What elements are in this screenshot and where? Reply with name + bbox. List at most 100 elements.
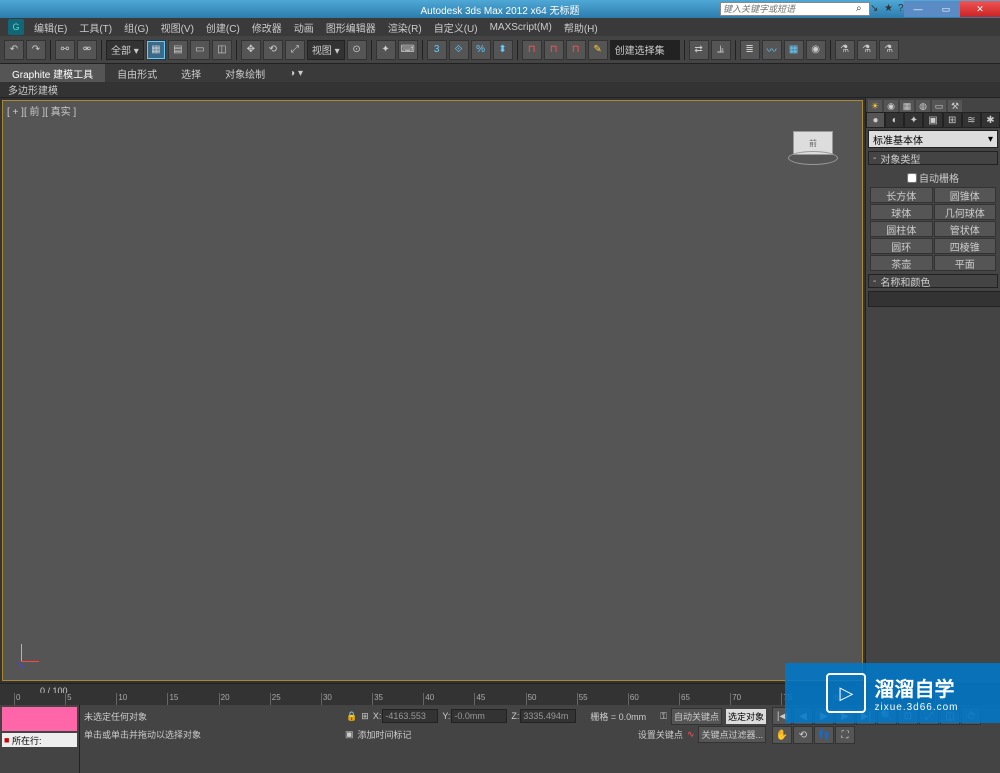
rotate-button[interactable]: ⟲ <box>263 40 283 60</box>
key-filters-button[interactable]: 关键点过滤器... <box>698 726 766 743</box>
menu-render[interactable]: 渲染(R) <box>382 20 428 35</box>
btn-sphere[interactable]: 球体 <box>870 204 933 220</box>
setkey-button[interactable]: 设置关键点 <box>638 728 683 741</box>
autogrid-checkbox[interactable]: 自动栅格 <box>870 170 996 185</box>
keymode-button[interactable]: ⌨ <box>398 40 418 60</box>
minimize-button[interactable]: — <box>904 1 932 17</box>
btn-pyramid[interactable]: 四棱锥 <box>934 238 997 254</box>
max-viewport-button[interactable]: ⛶ <box>835 726 855 744</box>
maximize-button[interactable]: ▭ <box>932 1 960 17</box>
btn-box[interactable]: 长方体 <box>870 187 933 203</box>
move-button[interactable]: ✥ <box>241 40 261 60</box>
binoculars-icon[interactable]: ⌕ <box>856 3 868 15</box>
btn-geosphere[interactable]: 几何球体 <box>934 204 997 220</box>
sphere-icon[interactable]: ◍ <box>916 100 930 112</box>
menu-group[interactable]: 组(G) <box>118 20 154 35</box>
shapes-tab-icon[interactable]: ◐ <box>885 112 904 128</box>
light-icon[interactable]: ☀ <box>868 100 882 112</box>
hammer-icon[interactable]: ⚒ <box>948 100 962 112</box>
rollout-object-type[interactable]: -对象类型 <box>868 151 998 165</box>
ribbon-tab-graphite[interactable]: Graphite 建模工具 <box>0 64 105 82</box>
monitor-icon[interactable]: ▭ <box>932 100 946 112</box>
menu-customize[interactable]: 自定义(U) <box>428 20 484 35</box>
manip-button[interactable]: ✦ <box>376 40 396 60</box>
undo-button[interactable]: ↶ <box>4 40 24 60</box>
compass-icon[interactable]: ◉ <box>884 100 898 112</box>
render-frame-button[interactable]: ⚗ <box>857 40 877 60</box>
ribbon-tab-paint[interactable]: 对象绘制 <box>213 64 277 82</box>
star-icon[interactable]: ★ <box>884 3 896 15</box>
arrow-icon[interactable]: ↘ <box>870 3 882 15</box>
rect-select-button[interactable]: ▭ <box>190 40 210 60</box>
menu-maxscript[interactable]: MAXScript(M) <box>484 22 558 33</box>
window-crossing-button[interactable]: ◫ <box>212 40 232 60</box>
snap-button[interactable]: 3 <box>427 40 447 60</box>
render-setup-button[interactable]: ⚗ <box>835 40 855 60</box>
viewcube-ring[interactable] <box>788 151 838 165</box>
render-button[interactable]: ⚗ <box>879 40 899 60</box>
helpers-tab-icon[interactable]: ⊞ <box>943 112 962 128</box>
btn-tube[interactable]: 管状体 <box>934 221 997 237</box>
orbit-button[interactable]: ⟲ <box>793 726 813 744</box>
edit-selection-button[interactable]: ✎ <box>588 40 608 60</box>
lights-tab-icon[interactable]: ✦ <box>904 112 923 128</box>
magnet-2-icon[interactable]: ⊓ <box>544 40 564 60</box>
ribbon-tab-select[interactable]: 选择 <box>169 64 213 82</box>
x-input[interactable] <box>382 709 438 723</box>
btn-cylinder[interactable]: 圆柱体 <box>870 221 933 237</box>
ribbon-collapse-icon[interactable]: ◑ ▾ <box>277 64 315 82</box>
btn-torus[interactable]: 圆环 <box>870 238 933 254</box>
menu-animation[interactable]: 动画 <box>288 20 320 35</box>
select-button[interactable]: ▦ <box>146 40 166 60</box>
angle-snap-button[interactable]: ⟐ <box>449 40 469 60</box>
walk-button[interactable]: 👣 <box>814 726 834 744</box>
menu-grapheditors[interactable]: 图形编辑器 <box>320 20 382 35</box>
btn-plane[interactable]: 平面 <box>934 255 997 271</box>
menu-modifiers[interactable]: 修改器 <box>246 20 288 35</box>
unlink-button[interactable]: ⚮ <box>77 40 97 60</box>
selection-sets-dropdown[interactable]: 创建选择集 <box>610 40 680 60</box>
viewport-label[interactable]: [ + ][ 前 ][ 真实 ] <box>7 103 76 118</box>
search-input[interactable] <box>720 2 870 16</box>
btn-teapot[interactable]: 茶壶 <box>870 255 933 271</box>
pan-button[interactable]: ✋ <box>772 726 792 744</box>
align-button[interactable]: ⫡ <box>711 40 731 60</box>
scale-button[interactable]: ⤢ <box>285 40 305 60</box>
viewcube[interactable]: 前 <box>788 131 838 173</box>
object-name-input[interactable] <box>868 291 1000 307</box>
pivot-button[interactable]: ⊙ <box>347 40 367 60</box>
spinner-snap-button[interactable]: ⬍ <box>493 40 513 60</box>
add-time-tag[interactable]: 添加时间标记 <box>358 728 412 741</box>
time-tag-icon[interactable]: ▣ <box>345 729 354 740</box>
systems-tab-icon[interactable]: ✱ <box>981 112 1000 128</box>
menu-create[interactable]: 创建(C) <box>200 20 246 35</box>
subcategory-dropdown[interactable]: 标准基本体▾ <box>868 130 998 148</box>
autokey-button[interactable]: 自动关键点 <box>671 708 722 725</box>
timeline-thumb[interactable] <box>2 707 77 731</box>
select-name-button[interactable]: ▤ <box>168 40 188 60</box>
curve-editor-button[interactable]: 〰 <box>762 40 782 60</box>
material-editor-button[interactable]: ◉ <box>806 40 826 60</box>
mirror-button[interactable]: ⇄ <box>689 40 709 60</box>
space-tab-icon[interactable]: ≋ <box>962 112 981 128</box>
magnet-1-icon[interactable]: ⊓ <box>522 40 542 60</box>
coord-toggle-icon[interactable]: ⊞ <box>361 711 369 722</box>
key-icon[interactable]: ⚿ <box>660 711 667 722</box>
magnet-3-icon[interactable]: ⊓ <box>566 40 586 60</box>
cameras-tab-icon[interactable]: ▣ <box>923 112 942 128</box>
layers-button[interactable]: ≣ <box>740 40 760 60</box>
close-button[interactable]: ✕ <box>960 1 1000 17</box>
maxscript-listener[interactable]: ■ 所在行: <box>2 733 77 747</box>
redo-button[interactable]: ↷ <box>26 40 46 60</box>
selected-dropdown[interactable]: 选定对象 <box>726 709 766 724</box>
lock-icon[interactable]: 🔒 <box>346 711 357 722</box>
percent-snap-button[interactable]: % <box>471 40 491 60</box>
z-input[interactable] <box>520 709 576 723</box>
geometry-tab-icon[interactable]: ● <box>866 112 885 128</box>
menu-view[interactable]: 视图(V) <box>155 20 200 35</box>
rollout-name-color[interactable]: -名称和颜色 <box>868 274 998 288</box>
btn-cone[interactable]: 圆锥体 <box>934 187 997 203</box>
app-menu-icon[interactable]: G <box>8 19 24 35</box>
schematic-button[interactable]: ▦ <box>784 40 804 60</box>
ribbon-tab-freeform[interactable]: 自由形式 <box>105 64 169 82</box>
